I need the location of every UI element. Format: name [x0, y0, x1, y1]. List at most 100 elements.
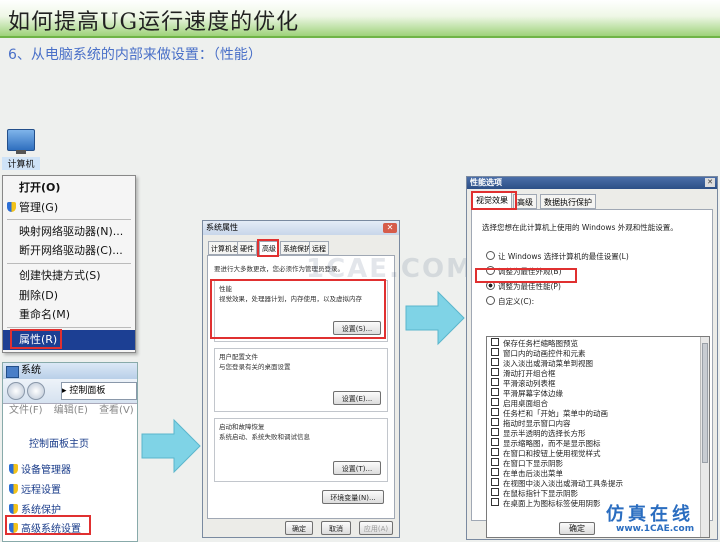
- menu-item-delete[interactable]: 删除(D): [3, 286, 135, 306]
- user-profile-heading: 用户配置文件: [219, 353, 258, 361]
- list-item[interactable]: 平滑滚动列表框: [487, 378, 709, 388]
- checkbox[interactable]: [491, 428, 499, 436]
- checkbox[interactable]: [491, 458, 499, 466]
- address-bar[interactable]: ▸ 控制面板: [61, 382, 137, 400]
- menu-item-create-shortcut[interactable]: 创建快捷方式(S): [3, 266, 135, 286]
- checkbox[interactable]: [491, 488, 499, 496]
- menu-item-label: 映射网络驱动器(N)...: [19, 225, 124, 238]
- checkbox-label: 平滑屏幕字体边缘: [503, 389, 563, 398]
- menu-view[interactable]: 查看(V): [99, 405, 134, 416]
- checkbox-label: 显示半透明的选择长方形: [503, 429, 586, 438]
- checkbox-label: 在窗口和按钮上使用视觉样式: [503, 449, 601, 458]
- menu-item-map-drive[interactable]: 映射网络驱动器(N)...: [3, 222, 135, 242]
- perf-ok-button[interactable]: 确定: [559, 522, 595, 535]
- list-item[interactable]: 窗口内的动画控件和元素: [487, 348, 709, 358]
- list-item[interactable]: 在鼠标指针下显示阴影: [487, 488, 709, 498]
- list-item[interactable]: 任务栏和「开始」菜单中的动画: [487, 408, 709, 418]
- list-item[interactable]: 拖动时显示窗口内容: [487, 418, 709, 428]
- radio-let-windows-choose[interactable]: 让 Windows 选择计算机的最佳设置(L): [486, 251, 629, 262]
- context-menu: 打开(O) 管理(G) 映射网络驱动器(N)... 断开网络驱动器(C)... …: [2, 175, 136, 353]
- link-remote-settings[interactable]: 远程设置: [9, 481, 61, 496]
- checkbox[interactable]: [491, 388, 499, 396]
- list-item[interactable]: 在窗口下显示阴影: [487, 458, 709, 468]
- checkbox[interactable]: [491, 418, 499, 426]
- checkbox[interactable]: [491, 358, 499, 366]
- system-icon: [6, 366, 19, 378]
- performance-options-dialog: 性能选项 ✕ 视觉效果 高级 数据执行保护 选择您想在此计算机上使用的 Wind…: [466, 176, 718, 540]
- link-system-protection[interactable]: 系统保护: [9, 501, 61, 516]
- watermark: 1CAE.COM: [306, 254, 474, 284]
- link-label: 远程设置: [21, 485, 61, 496]
- scroll-thumb[interactable]: [702, 343, 708, 463]
- list-item[interactable]: 在窗口和按钮上使用视觉样式: [487, 448, 709, 458]
- close-icon[interactable]: ✕: [705, 178, 715, 187]
- cancel-button[interactable]: 取消: [321, 521, 351, 535]
- menu-separator: [7, 327, 131, 328]
- startup-recovery-group: 启动和故障恢复 系统启动、系统失败和调试信息 设置(T)...: [214, 418, 388, 482]
- menu-item-manage[interactable]: 管理(G): [3, 198, 135, 218]
- menu-item-label: 重命名(M): [19, 308, 71, 321]
- checkbox[interactable]: [491, 478, 499, 486]
- menu-edit[interactable]: 编辑(E): [54, 405, 88, 416]
- uac-shield-icon: [9, 484, 18, 494]
- ok-button[interactable]: 确定: [285, 521, 313, 535]
- checkbox[interactable]: [491, 398, 499, 406]
- perf-description: 选择您想在此计算机上使用的 Windows 外观和性能设置。: [482, 223, 678, 232]
- radio-custom[interactable]: 自定义(C):: [486, 296, 534, 307]
- menu-item-rename[interactable]: 重命名(M): [3, 305, 135, 325]
- checkbox-label: 淡入淡出或滑动菜单到视图: [503, 359, 593, 368]
- checkbox[interactable]: [491, 498, 499, 506]
- link-device-manager[interactable]: 设备管理器: [9, 461, 71, 476]
- checkbox[interactable]: [491, 348, 499, 356]
- list-item[interactable]: 显示半透明的选择长方形: [487, 428, 709, 438]
- list-item[interactable]: 显示缩略图，而不是显示图标: [487, 438, 709, 448]
- checkbox[interactable]: [491, 438, 499, 446]
- checkbox-label: 在鼠标指针下显示阴影: [503, 489, 578, 498]
- checkbox-label: 保存任务栏缩略图预览: [503, 339, 578, 348]
- list-item[interactable]: 在视图中淡入淡出或滑动工具条提示: [487, 478, 709, 488]
- environment-variables-button[interactable]: 环境变量(N)...: [322, 490, 384, 504]
- address-text: ▸ 控制面板: [62, 386, 106, 396]
- arrow-right-icon: [141, 418, 201, 474]
- list-item[interactable]: 启用桌面组合: [487, 398, 709, 408]
- control-panel-home-link[interactable]: 控制面板主页: [29, 435, 89, 450]
- radio-label: 调整为最佳性能(P): [498, 282, 561, 291]
- slide-title: 如何提高UG运行速度的优化: [8, 10, 300, 35]
- menu-item-open[interactable]: 打开(O): [3, 178, 135, 198]
- user-profile-group: 用户配置文件 与您登录有关的桌面设置 设置(E)...: [214, 348, 388, 412]
- list-item[interactable]: 平滑屏幕字体边缘: [487, 388, 709, 398]
- checkbox[interactable]: [491, 408, 499, 416]
- checkbox[interactable]: [491, 448, 499, 456]
- uac-shield-icon: [9, 504, 18, 514]
- control-panel-nav: ▸ 控制面板: [3, 379, 137, 404]
- back-button[interactable]: [7, 382, 25, 400]
- radio-label: 让 Windows 选择计算机的最佳设置(L): [498, 252, 629, 261]
- menu-file[interactable]: 文件(F): [9, 405, 43, 416]
- window-title: 系统: [21, 365, 41, 376]
- slide-header: 如何提高UG运行速度的优化: [0, 0, 720, 38]
- checkbox-label: 在单击后淡出菜单: [503, 469, 563, 478]
- checkbox-label: 显示缩略图，而不是显示图标: [503, 439, 601, 448]
- list-item[interactable]: 淡入淡出或滑动菜单到视图: [487, 358, 709, 368]
- computer-icon: [7, 129, 35, 154]
- list-item[interactable]: 保存任务栏缩略图预览: [487, 338, 709, 348]
- checkbox[interactable]: [491, 368, 499, 376]
- startup-settings-button[interactable]: 设置(T)...: [333, 461, 381, 475]
- menu-item-disconnect-drive[interactable]: 断开网络驱动器(C)...: [3, 241, 135, 261]
- desktop-computer-shortcut[interactable]: 计算机: [2, 127, 40, 175]
- user-profile-settings-button[interactable]: 设置(E)...: [333, 391, 381, 405]
- checkbox[interactable]: [491, 338, 499, 346]
- list-item[interactable]: 滑动打开组合框: [487, 368, 709, 378]
- list-item[interactable]: 在单击后淡出菜单: [487, 468, 709, 478]
- tab-dep[interactable]: 数据执行保护: [540, 194, 596, 209]
- checkbox[interactable]: [491, 378, 499, 386]
- close-icon[interactable]: ✕: [383, 223, 397, 233]
- tab-remote[interactable]: 远程: [309, 241, 329, 255]
- highlight-performance-group: [210, 279, 386, 339]
- apply-button[interactable]: 应用(A): [359, 521, 393, 535]
- desktop-icon-label: 计算机: [2, 157, 40, 170]
- forward-button[interactable]: [27, 382, 45, 400]
- tab-hardware[interactable]: 硬件: [237, 241, 257, 255]
- startup-heading: 启动和故障恢复: [219, 423, 265, 431]
- checkbox[interactable]: [491, 468, 499, 476]
